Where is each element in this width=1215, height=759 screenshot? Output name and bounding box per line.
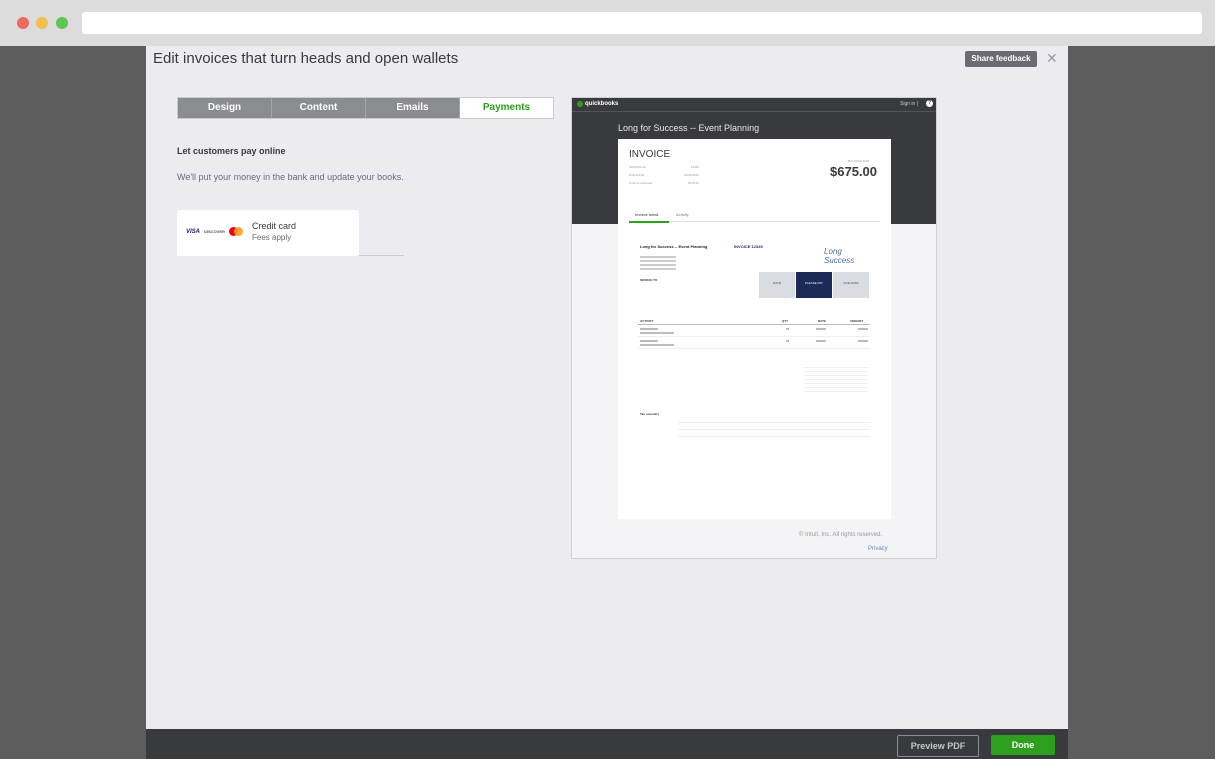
preview-business-name: Long for Success -- Event Planning [618,123,760,133]
invoice-meta: INVOICE No. 12345 DUE DATE 01/01/2015 Amou… [629,165,699,189]
invoice-meta-row: DUE DATE 01/01/2015 [629,173,699,177]
privacy-link[interactable]: Privacy [868,546,888,552]
tab-invoice-detail[interactable]: Invoice detail [635,212,658,217]
invoice-tabs: Invoice detail Activity [629,210,880,223]
maximize-window-icon[interactable] [56,17,68,29]
doc-tax-summary: Tax summary [640,412,660,416]
column-activity: ACTIVITY [640,319,654,323]
divider [359,255,404,256]
doc-tax-rows [678,416,870,437]
doc-box-please-pay: PLEASE PAY [796,272,833,298]
doc-summary-boxes: DATE PLEASE PAY DUE DATE [759,272,870,298]
help-icon[interactable]: ? [926,100,933,107]
invoice-preview: quickbooks Sign in | ? Long for Success … [571,97,937,559]
invoice-meta-row: INVOICE No. 12345 [629,165,699,169]
tab-design[interactable]: Design [178,98,272,118]
credit-card-title: Credit card [252,221,297,231]
tab-emails[interactable]: Emails [366,98,460,118]
quickbooks-logo: quickbooks [577,101,618,107]
modal-footer: Preview PDF Done [146,729,1068,759]
tab-payments[interactable]: Payments [460,98,553,118]
doc-bill-to: INVOICE TO [640,278,658,282]
balance-due-label: BALANCE DUE [848,159,870,163]
doc-business-name: Long for Success -- Event Planning [640,244,708,249]
doc-address-lines [640,256,676,272]
payments-heading: Let customers pay online [177,146,286,156]
invoice-card: INVOICE INVOICE No. 12345 DUE DATE 01/01/2… [618,139,891,519]
close-window-icon[interactable] [17,17,29,29]
business-logo: Long Success [824,247,855,265]
preview-pdf-button[interactable]: Preview PDF [897,735,979,757]
doc-totals [803,364,869,392]
doc-box-date: DATE [759,272,796,298]
table-row [638,325,870,337]
preview-topbar: quickbooks Sign in | ? [572,98,936,112]
column-rate: RATE [818,319,826,323]
copyright-text: © Intuit, Inc. All rights reserved. [799,532,883,538]
card-logos: VISA DISCOVER [186,227,243,236]
page-title: Edit invoices that turn heads and open w… [153,50,459,67]
editor-tabs: Design Content Emails Payments [177,97,554,119]
invoice-meta-row: Amount enclosed $675.00 [629,181,699,185]
discover-logo-icon: DISCOVER [204,229,225,234]
done-button[interactable]: Done [991,735,1055,755]
credit-card-fees: Fees apply [252,233,292,242]
share-feedback-button[interactable]: Share feedback [965,51,1037,67]
address-bar[interactable] [82,12,1202,34]
balance-due-amount: $675.00 [830,164,877,179]
doc-activity-table: ACTIVITY QTY RATE AMOUNT [638,319,870,349]
doc-box-due-date: DUE DATE [833,272,870,298]
quickbooks-logo-icon [577,101,583,107]
browser-chrome [0,0,1215,46]
table-row [638,337,870,349]
quickbooks-wordmark: quickbooks [585,101,619,107]
close-icon[interactable]: ✕ [1046,49,1058,67]
minimize-window-icon[interactable] [36,17,48,29]
payments-description: We'll put your money in the bank and upd… [177,172,404,182]
column-amount: AMOUNT [850,319,864,323]
credit-card-option[interactable]: VISA DISCOVER Credit card Fees apply [177,210,359,256]
invoice-editor-modal: Edit invoices that turn heads and open w… [146,46,1068,729]
sign-in-link[interactable]: Sign in | [900,101,918,107]
active-tab-indicator [629,221,669,223]
tab-content[interactable]: Content [272,98,366,118]
mastercard-logo-icon [228,227,243,236]
invoice-title: INVOICE [629,149,671,160]
column-qty: QTY [782,319,789,323]
visa-logo-icon: VISA [186,228,201,235]
tab-activity[interactable]: Activity [676,212,689,217]
invoice-document: Long for Success -- Event Planning INVOI… [638,244,870,444]
doc-invoice-number: INVOICE 12345 [734,244,763,249]
